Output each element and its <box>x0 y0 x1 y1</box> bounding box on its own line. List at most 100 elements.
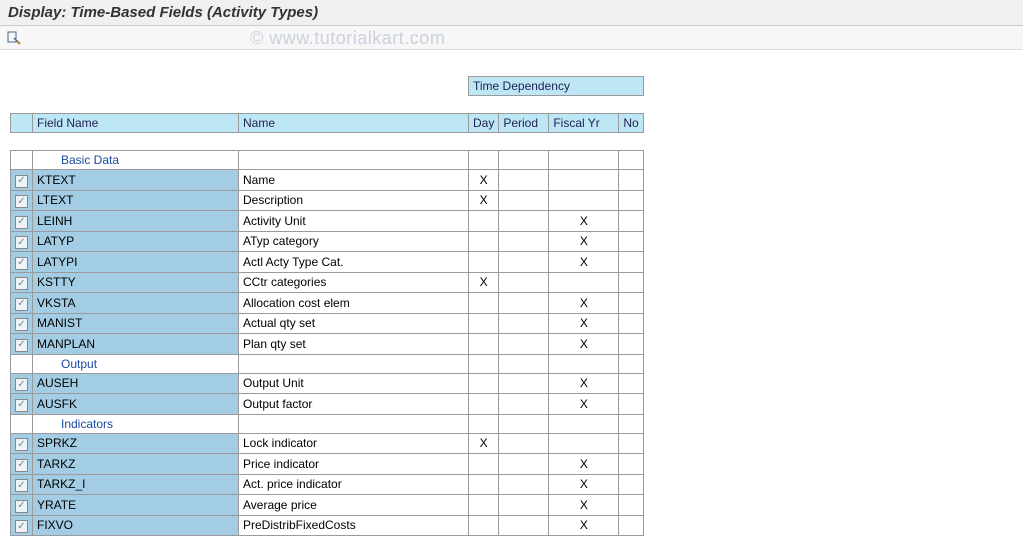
maintain-icon[interactable] <box>6 30 22 46</box>
checkbox-checked-icon: ✓ <box>15 216 28 229</box>
checkbox-cell[interactable]: ✓ <box>11 190 33 211</box>
checkbox-checked-icon: ✓ <box>15 257 28 270</box>
checkbox-checked-icon: ✓ <box>15 399 28 412</box>
day-cell <box>469 474 499 495</box>
col-header-day: Day <box>469 114 499 133</box>
col-header-time-dependency: Time Dependency <box>469 77 644 96</box>
table-row: ✓MANISTActual qty setX <box>11 313 644 334</box>
no-cell <box>619 231 643 252</box>
checkbox-cell[interactable]: ✓ <box>11 231 33 252</box>
group-header-row: Output <box>11 354 644 373</box>
table-row: ✓LATYPATyp categoryX <box>11 231 644 252</box>
no-cell <box>619 170 643 191</box>
day-cell <box>469 454 499 475</box>
checkbox-cell[interactable]: ✓ <box>11 433 33 454</box>
table-row: ✓AUSFKOutput factorX <box>11 394 644 415</box>
group-label: Output <box>33 354 239 373</box>
table-row: ✓LATYPIActl Acty Type Cat.X <box>11 252 644 273</box>
checkbox-cell[interactable]: ✓ <box>11 272 33 293</box>
content-area: Time Dependency Field Name Name Day Peri… <box>0 50 1023 546</box>
checkbox-cell[interactable]: ✓ <box>11 454 33 475</box>
checkbox-checked-icon: ✓ <box>15 459 28 472</box>
period-cell <box>499 454 549 475</box>
checkbox-checked-icon: ✓ <box>15 500 28 513</box>
period-cell <box>499 334 549 355</box>
no-cell <box>619 272 643 293</box>
header-row-2: Field Name Name Day Period Fiscal Yr No <box>11 114 644 133</box>
checkbox-cell[interactable]: ✓ <box>11 170 33 191</box>
fiscal-cell: X <box>549 394 619 415</box>
col-header-fiscal-yr: Fiscal Yr <box>549 114 619 133</box>
group-header-row: Basic Data <box>11 151 644 170</box>
field-name-cell: LATYP <box>33 231 239 252</box>
name-cell: Price indicator <box>239 454 469 475</box>
checkbox-cell[interactable]: ✓ <box>11 394 33 415</box>
no-cell <box>619 252 643 273</box>
col-header-name: Name <box>239 114 469 133</box>
col-header-field-name: Field Name <box>33 114 239 133</box>
fiscal-cell <box>549 433 619 454</box>
period-cell <box>499 313 549 334</box>
checkbox-cell[interactable]: ✓ <box>11 474 33 495</box>
name-cell: Activity Unit <box>239 211 469 232</box>
period-cell <box>499 190 549 211</box>
field-name-cell: LTEXT <box>33 190 239 211</box>
field-name-cell: MANPLAN <box>33 334 239 355</box>
no-cell <box>619 394 643 415</box>
table-row: ✓YRATEAverage priceX <box>11 495 644 516</box>
col-header-no: No <box>619 114 643 133</box>
no-cell <box>619 454 643 475</box>
checkbox-cell[interactable]: ✓ <box>11 211 33 232</box>
day-cell: X <box>469 170 499 191</box>
period-cell <box>499 170 549 191</box>
no-cell <box>619 334 643 355</box>
checkbox-cell[interactable]: ✓ <box>11 373 33 394</box>
period-cell <box>499 394 549 415</box>
no-cell <box>619 293 643 314</box>
name-cell: Act. price indicator <box>239 474 469 495</box>
period-cell <box>499 474 549 495</box>
checkbox-cell[interactable]: ✓ <box>11 515 33 536</box>
fiscal-cell <box>549 170 619 191</box>
field-name-cell: SPRKZ <box>33 433 239 454</box>
checkbox-cell[interactable]: ✓ <box>11 252 33 273</box>
day-cell: X <box>469 433 499 454</box>
period-cell <box>499 231 549 252</box>
fiscal-cell: X <box>549 211 619 232</box>
day-cell <box>469 252 499 273</box>
no-cell <box>619 373 643 394</box>
name-cell: ATyp category <box>239 231 469 252</box>
checkbox-cell <box>11 354 33 373</box>
checkbox-cell[interactable]: ✓ <box>11 293 33 314</box>
no-cell <box>619 495 643 516</box>
table-row: ✓MANPLANPlan qty setX <box>11 334 644 355</box>
checkbox-checked-icon: ✓ <box>15 339 28 352</box>
period-cell <box>499 433 549 454</box>
checkbox-checked-icon: ✓ <box>15 479 28 492</box>
day-cell <box>469 515 499 536</box>
group-label: Indicators <box>33 414 239 433</box>
checkbox-cell[interactable]: ✓ <box>11 495 33 516</box>
table-row: ✓KSTTYCCtr categoriesX <box>11 272 644 293</box>
checkbox-cell <box>11 414 33 433</box>
name-cell: Name <box>239 170 469 191</box>
name-cell: Plan qty set <box>239 334 469 355</box>
day-cell <box>469 231 499 252</box>
table-row: ✓AUSEHOutput UnitX <box>11 373 644 394</box>
period-cell <box>499 293 549 314</box>
day-cell: X <box>469 190 499 211</box>
fiscal-cell: X <box>549 454 619 475</box>
field-name-cell: LATYPI <box>33 252 239 273</box>
day-cell <box>469 313 499 334</box>
checkbox-checked-icon: ✓ <box>15 378 28 391</box>
checkbox-cell[interactable]: ✓ <box>11 334 33 355</box>
day-cell <box>469 394 499 415</box>
checkbox-cell[interactable]: ✓ <box>11 313 33 334</box>
field-name-cell: YRATE <box>33 495 239 516</box>
group-header-row: Indicators <box>11 414 644 433</box>
name-cell: Actual qty set <box>239 313 469 334</box>
checkbox-checked-icon: ✓ <box>15 236 28 249</box>
no-cell <box>619 211 643 232</box>
field-name-cell: AUSFK <box>33 394 239 415</box>
name-cell: Description <box>239 190 469 211</box>
